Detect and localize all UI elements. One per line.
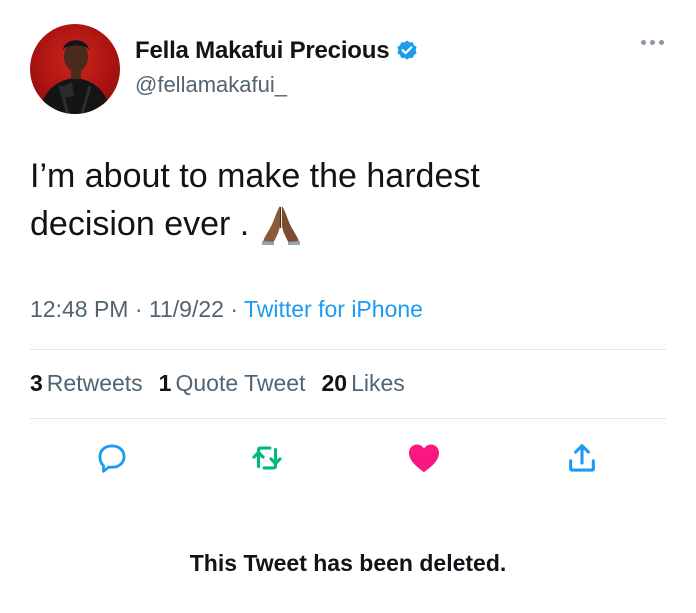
quotes-count: 1 [158,370,172,396]
deleted-notice: This Tweet has been deleted. [189,550,507,576]
meta-separator: · [128,296,149,322]
more-dot [659,40,664,45]
likes-count: 20 [321,370,348,396]
tweet-text-line-2: decision ever . [30,205,250,243]
tweet-text: I’m about to make the hardest decision e… [30,152,650,248]
folded-hands-icon [262,206,301,245]
tweet-time[interactable]: 12:48 PM [30,296,128,322]
tweet-date[interactable]: 11/9/22 [149,296,224,322]
user-handle[interactable]: @fellamakafui_ [135,72,287,98]
tweet-text-line-1: I’m about to make the hardest [30,157,480,195]
tweet-stats: 3 Retweets 1 Quote Tweet 20 Likes [30,370,405,397]
retweets-count: 3 [30,370,43,396]
like-icon [408,444,440,473]
meta-separator: · [223,296,244,322]
divider [30,349,666,350]
more-options-icon[interactable] [641,40,664,45]
quotes-label: Quote Tweet [175,370,306,396]
quote-tweets-stat[interactable]: 1 Quote Tweet [159,370,306,397]
retweets-label: Retweets [46,370,143,396]
share-button[interactable] [562,438,602,478]
tweet-source-link[interactable]: Twitter for iPhone [244,296,423,322]
like-button[interactable] [404,438,444,478]
more-dot [650,40,655,45]
avatar-photo [38,40,112,114]
avatar[interactable] [30,24,120,114]
more-dot [641,40,646,45]
retweet-button[interactable] [247,438,287,478]
verified-badge-icon [397,40,417,60]
user-name-row: Fella Makafui Precious [135,37,419,65]
retweet-icon [252,446,282,470]
tweet-text-line-2-row: decision ever . [30,200,650,248]
retweets-stat[interactable]: 3 Retweets [30,370,143,397]
likes-stat[interactable]: 20 Likes [321,370,404,397]
display-name[interactable]: Fella Makafui Precious [135,37,390,65]
divider [30,418,666,419]
tweet-actions-bar [0,438,696,482]
share-icon [569,444,595,472]
likes-label: Likes [351,370,405,396]
reply-button[interactable] [92,438,132,478]
tweet-card: Fella Makafui Precious @fellamakafui_ I’… [0,0,696,613]
reply-icon [98,444,126,473]
tweet-meta: 12:48 PM · 11/9/22 · Twitter for iPhone [30,296,423,323]
